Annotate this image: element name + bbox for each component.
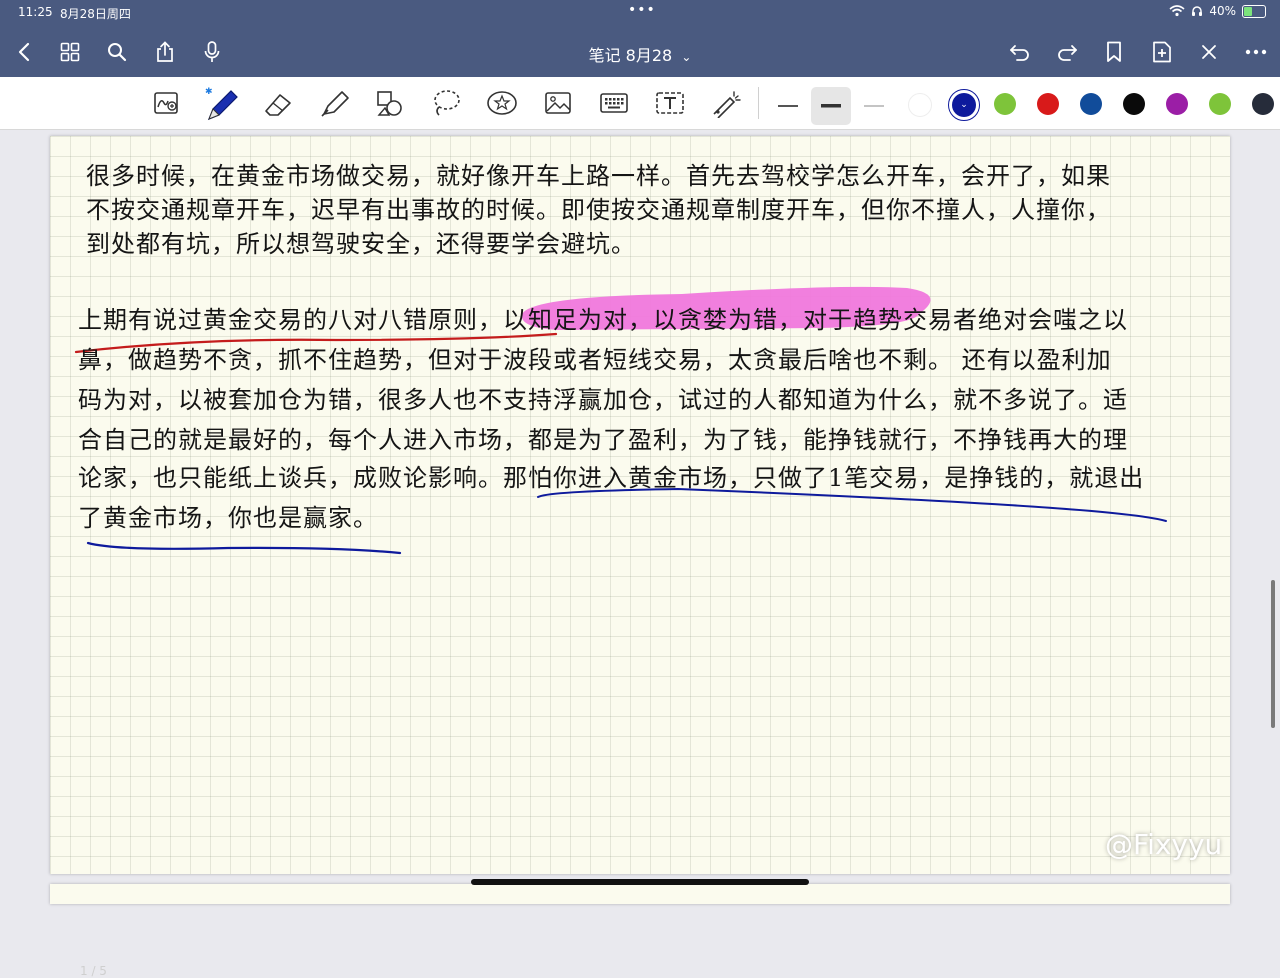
note-text: 上期有说过黄金交易的八对八错原则， <box>78 306 503 334</box>
note-line: 论家，也只能纸上谈兵，成败论影响。那怕你进入黄金市场，只做了1笔交易，是挣钱的，… <box>78 458 1144 498</box>
color-swatch-red[interactable] <box>1037 93 1059 115</box>
bookmark-icon[interactable] <box>1100 38 1128 66</box>
page-number: 1 / 5 <box>80 964 107 978</box>
chevron-down-icon: ⌄ <box>681 50 692 64</box>
note-text: 对于趋势交易者绝对会嗤之以 <box>803 306 1128 334</box>
home-indicator[interactable] <box>471 879 809 885</box>
battery-percent: 40% <box>1209 4 1236 18</box>
shapes-icon[interactable] <box>374 87 406 119</box>
status-date: 8月28日周四 <box>60 7 131 21</box>
pen-width-thin[interactable] <box>768 87 808 125</box>
status-right: 40% <box>1169 4 1266 18</box>
keyboard-icon[interactable] <box>598 87 630 119</box>
eraser-icon[interactable] <box>262 87 294 119</box>
battery-icon <box>1242 4 1266 18</box>
color-swatch-green[interactable] <box>994 93 1016 115</box>
watermark: @Fixyyu <box>1105 828 1223 861</box>
note-title-text: 笔记 8月28 <box>588 46 673 65</box>
toolbar-divider <box>758 87 759 119</box>
top-bar: 11:25 8月28日周四 ••• 40% 笔记 8月28 ⌄ <box>0 0 1280 77</box>
next-page-edge <box>50 884 1230 904</box>
pen-width-hairline[interactable] <box>854 87 894 125</box>
highlighter-icon[interactable] <box>318 87 350 119</box>
svg-text:✱: ✱ <box>205 87 213 97</box>
note-line: 鼻，做趋势不贪，抓不住趋势，但对于波段或者短线交易，太贪最后啥也不剩。 还有以盈… <box>78 346 1112 374</box>
note-line: 合自己的就是最好的，每个人进入市场，都是为了盈利，为了钱，能挣钱就行，不挣钱再大… <box>78 426 1128 454</box>
pen-width-medium[interactable] <box>811 87 851 125</box>
note-text: 论家，也只能纸上谈兵，成败论影响。 <box>78 464 503 492</box>
sticker-icon[interactable] <box>486 87 518 119</box>
color-swatch-purple[interactable] <box>1166 93 1188 115</box>
color-swatch-navy-selected[interactable]: ⌄ <box>948 89 980 121</box>
chevron-down-icon: ⌄ <box>952 93 976 117</box>
note-page[interactable]: 很多时候，在黄金市场做交易，就好像开车上路一样。首先去驾校学怎么开车，会开了，如… <box>50 136 1230 978</box>
color-swatch-blue[interactable] <box>1080 93 1102 115</box>
add-page-icon[interactable] <box>1148 38 1176 66</box>
tool-bar: ✱ ⌄ <box>0 77 1280 130</box>
more-icon[interactable] <box>1242 38 1270 66</box>
blue-underline-2 <box>86 541 402 555</box>
headphones-icon <box>1191 5 1203 17</box>
color-swatch-dark[interactable] <box>1252 93 1274 115</box>
underlined-text: 那怕你进入黄金市场，只做了1笔交易，是挣钱的，就退出 <box>503 464 1145 492</box>
text-box-icon[interactable] <box>654 87 686 119</box>
undo-icon[interactable] <box>1006 38 1034 66</box>
multitask-dots[interactable]: ••• <box>628 2 656 18</box>
scrollbar[interactable] <box>1271 580 1275 728</box>
zoom-window-icon[interactable] <box>151 87 183 119</box>
lasso-icon[interactable] <box>430 87 462 119</box>
highlighted-text: 以知足为对，以贪婪为错， <box>503 306 803 334</box>
note-line: 上期有说过黄金交易的八对八错原则，以知足为对，以贪婪为错，对于趋势交易者绝对会嗤… <box>78 300 1128 340</box>
color-swatch-black[interactable] <box>1123 93 1145 115</box>
redo-icon[interactable] <box>1053 38 1081 66</box>
close-icon[interactable] <box>1195 38 1223 66</box>
image-icon[interactable] <box>542 87 574 119</box>
wifi-icon <box>1169 5 1185 17</box>
note-line: 到处都有坑，所以想驾驶安全，还得要学会避坑。 <box>86 230 636 258</box>
color-swatch-white[interactable] <box>908 93 932 117</box>
status-time: 11:25 <box>18 5 53 19</box>
note-line: 了黄金市场，你也是赢家。 <box>78 504 378 532</box>
laser-pointer-icon[interactable] <box>710 87 742 119</box>
color-swatch-lime[interactable] <box>1209 93 1231 115</box>
pen-icon[interactable]: ✱ <box>205 87 241 121</box>
note-line: 码为对，以被套加仓为错，很多人也不支持浮赢加仓，试过的人都知道为什么，就不多说了… <box>78 386 1128 414</box>
note-title[interactable]: 笔记 8月28 ⌄ <box>0 42 1280 66</box>
